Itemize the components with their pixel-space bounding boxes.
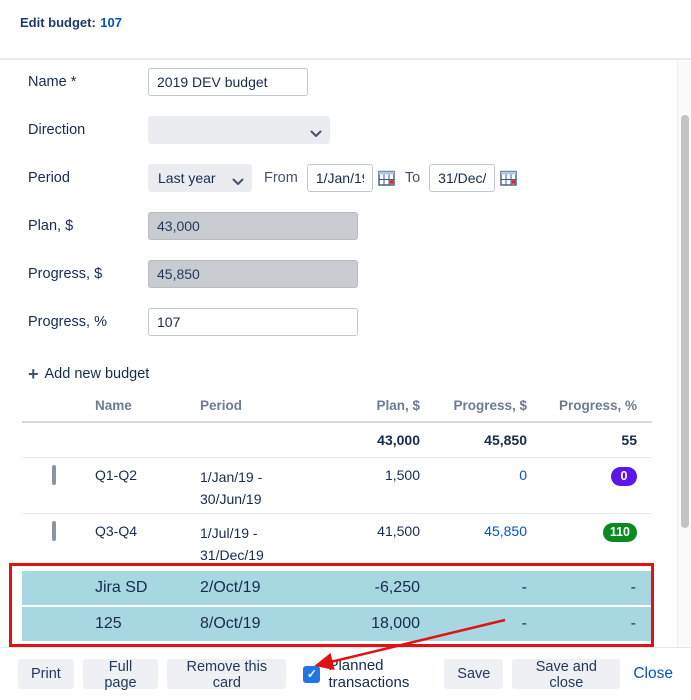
full-page-button[interactable]: Full page	[83, 659, 158, 689]
summary-progress: 45,850	[420, 432, 527, 448]
progress-amount-input	[148, 260, 358, 288]
dialog-header: Edit budget: 107	[0, 0, 691, 60]
name-input[interactable]	[148, 68, 308, 96]
col-header-percent: Progress, %	[527, 398, 652, 413]
form-row-period: Period Last year From To	[28, 164, 691, 192]
progress-badge: 110	[603, 523, 637, 542]
transaction-progress: -	[420, 579, 527, 597]
date-from-input[interactable]	[307, 164, 373, 192]
direction-select[interactable]	[148, 116, 330, 144]
col-header-name: Name	[85, 398, 190, 413]
remove-card-button[interactable]: Remove this card	[167, 659, 286, 689]
planned-transactions-checkbox[interactable]: ✓	[303, 666, 320, 683]
form-row-name: Name *	[28, 68, 691, 96]
calendar-icon[interactable]	[378, 170, 395, 186]
form-row-progress-percent: Progress, %	[28, 308, 691, 336]
col-header-plan: Plan, $	[300, 398, 420, 413]
row-period: 1/Jul/19 - 31/Dec/19	[190, 523, 300, 566]
chevron-down-icon	[310, 125, 322, 141]
progress-percent-input[interactable]	[148, 308, 358, 336]
progress-badge: 0	[611, 467, 637, 486]
summary-plan: 43,000	[300, 432, 420, 448]
planned-transactions-label: Planned transactions	[328, 657, 444, 691]
scrollbar-thumb[interactable]	[681, 115, 689, 528]
transaction-period: 2/Oct/19	[190, 579, 300, 597]
page-title: Edit budget:	[20, 15, 96, 30]
period-select-value: Last year	[158, 170, 216, 186]
form-row-progress-amount: Progress, $	[28, 260, 691, 288]
transaction-percent: -	[527, 615, 651, 633]
row-name: Q1-Q2	[85, 467, 190, 483]
form-row-direction: Direction	[28, 116, 691, 144]
table-row: Q3-Q4 1/Jul/19 - 31/Dec/19 41,500 45,850…	[22, 514, 652, 570]
form-area: Name * Direction Period Last year From	[0, 60, 691, 647]
row-checkbox[interactable]	[52, 465, 56, 485]
progress-percent-label: Progress, %	[28, 314, 148, 330]
plus-icon: +	[28, 366, 39, 382]
add-new-budget-label: Add new budget	[45, 366, 150, 382]
row-progress-link[interactable]: 0	[519, 467, 527, 483]
date-to-input[interactable]	[429, 164, 495, 192]
plan-input	[148, 212, 358, 240]
table-header-row: Name Period Plan, $ Progress, $ Progress…	[22, 394, 652, 423]
transaction-period: 8/Oct/19	[190, 615, 300, 633]
transaction-name: Jira SD	[85, 579, 190, 597]
edit-budget-dialog: Edit budget: 107 Name * Direction Period…	[0, 0, 691, 700]
table-row: Q1-Q2 1/Jan/19 - 30/Jun/19 1,500 0 0	[22, 458, 652, 514]
row-progress-link[interactable]: 45,850	[484, 523, 527, 539]
chevron-down-icon	[232, 173, 244, 189]
direction-label: Direction	[28, 122, 148, 138]
period-label: Period	[28, 170, 148, 186]
row-name: Q3-Q4	[85, 523, 190, 539]
to-label: To	[405, 170, 420, 186]
col-header-period: Period	[190, 398, 300, 413]
plan-label: Plan, $	[28, 218, 148, 234]
calendar-icon[interactable]	[500, 170, 517, 186]
from-label: From	[264, 170, 298, 186]
row-plan: 1,500	[300, 467, 420, 483]
row-checkbox[interactable]	[52, 521, 56, 541]
period-select[interactable]: Last year	[148, 164, 252, 192]
col-header-progress: Progress, $	[420, 398, 527, 413]
name-label: Name *	[28, 74, 148, 90]
add-new-budget-button[interactable]: + Add new budget	[28, 366, 188, 382]
summary-percent: 55	[527, 432, 652, 448]
form-row-plan: Plan, $	[28, 212, 691, 240]
transaction-plan: -6,250	[300, 579, 420, 597]
highlight-annotation-box: Jira SD 2/Oct/19 -6,250 - - 125 8/Oct/19…	[9, 563, 654, 647]
progress-amount-label: Progress, $	[28, 266, 148, 282]
close-link[interactable]: Close	[633, 665, 673, 683]
budget-id: 107	[100, 15, 122, 30]
dialog-footer: Print Full page Remove this card ✓ Plann…	[0, 647, 691, 700]
summary-row: 43,000 45,850 55	[22, 423, 652, 458]
transaction-percent: -	[527, 579, 651, 597]
transaction-row: Jira SD 2/Oct/19 -6,250 - -	[22, 571, 651, 605]
scrollbar-track[interactable]	[677, 60, 691, 647]
print-button[interactable]: Print	[18, 659, 74, 689]
transaction-progress: -	[420, 615, 527, 633]
transaction-plan: 18,000	[300, 615, 420, 633]
transaction-row: 125 8/Oct/19 18,000 - -	[22, 607, 651, 641]
transaction-name: 125	[85, 615, 190, 633]
budget-table: Name Period Plan, $ Progress, $ Progress…	[22, 394, 652, 570]
row-plan: 41,500	[300, 523, 420, 539]
save-button[interactable]: Save	[444, 659, 503, 689]
save-and-close-button[interactable]: Save and close	[512, 659, 620, 689]
row-period: 1/Jan/19 - 30/Jun/19	[190, 467, 300, 510]
